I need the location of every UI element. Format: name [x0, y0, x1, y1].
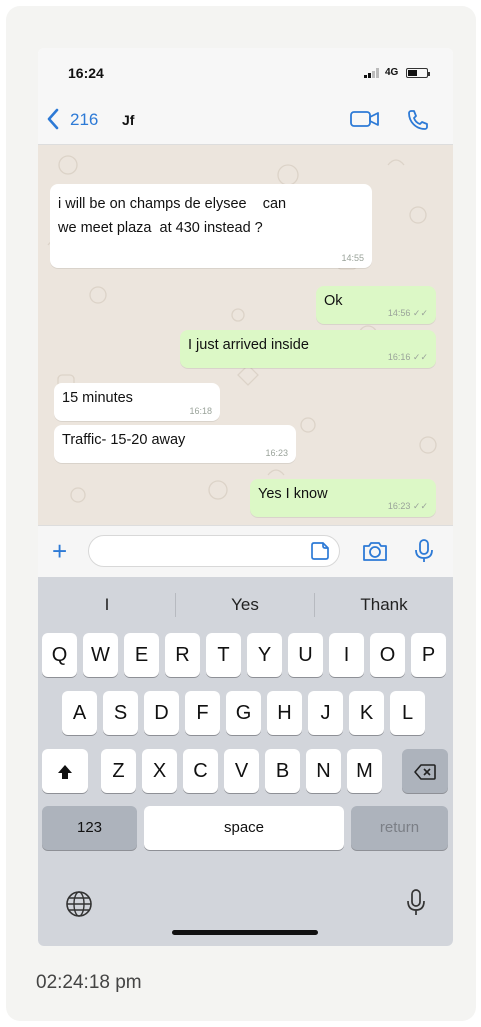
microphone-icon[interactable]: [406, 887, 426, 922]
key-o[interactable]: O: [370, 633, 405, 677]
message-time-value: 14:56: [387, 308, 411, 318]
message-time: 14:56 ✓✓: [388, 308, 428, 319]
globe-icon[interactable]: [64, 889, 94, 924]
key-j[interactable]: J: [308, 691, 343, 735]
key-b[interactable]: B: [265, 749, 300, 793]
key-y[interactable]: Y: [247, 633, 282, 677]
key-c[interactable]: C: [183, 749, 218, 793]
microphone-icon[interactable]: [414, 538, 434, 569]
key-z[interactable]: Z: [101, 749, 136, 793]
message-text: 15 minutes: [62, 390, 133, 406]
status-bar: 16:24 4G: [38, 48, 453, 96]
message-text: i will be on champs de elysee can we mee…: [58, 196, 287, 236]
phone-screen: 16:24 4G 216 Jf i will be on champs de e…: [38, 48, 453, 946]
message-input-bar: +: [38, 525, 453, 578]
message-outgoing[interactable]: Yes I know 16:23 ✓✓: [250, 479, 436, 517]
key-i[interactable]: I: [329, 633, 364, 677]
double-check-icon: ✓✓: [412, 501, 428, 511]
key-p[interactable]: P: [411, 633, 446, 677]
key-r[interactable]: R: [165, 633, 200, 677]
back-unread-count[interactable]: 216: [70, 110, 98, 130]
shift-icon[interactable]: [42, 749, 88, 793]
message-incoming[interactable]: 15 minutes 16:18: [54, 383, 220, 421]
backspace-icon[interactable]: [402, 749, 448, 793]
double-check-icon: ✓✓: [412, 352, 428, 362]
suggestion-3[interactable]: Thank: [315, 577, 453, 633]
message-incoming[interactable]: i will be on champs de elysee can we mee…: [50, 184, 372, 268]
keyboard: I Yes Thank Q W E R T Y U I O P A S D F …: [38, 577, 453, 946]
key-a[interactable]: A: [62, 691, 97, 735]
key-w[interactable]: W: [83, 633, 118, 677]
camera-icon[interactable]: [361, 539, 389, 568]
message-text: I just arrived inside: [188, 337, 309, 353]
message-text: Yes I know: [258, 486, 328, 502]
chat-area: i will be on champs de elysee can we mee…: [38, 145, 453, 525]
screenshot-timestamp: 02:24:18 pm: [36, 972, 142, 993]
key-q[interactable]: Q: [42, 633, 77, 677]
suggestion-1[interactable]: I: [38, 577, 176, 633]
key-h[interactable]: H: [267, 691, 302, 735]
message-time: 16:23: [265, 448, 288, 458]
signal-icon: [364, 68, 379, 78]
contact-name[interactable]: Jf: [122, 112, 134, 128]
battery-icon: [406, 68, 430, 78]
key-g[interactable]: G: [226, 691, 261, 735]
suggestion-2[interactable]: Yes: [176, 577, 314, 633]
home-indicator: [172, 930, 318, 935]
message-time: 16:18: [189, 406, 212, 416]
key-l[interactable]: L: [390, 691, 425, 735]
numbers-key[interactable]: 123: [42, 806, 137, 850]
key-d[interactable]: D: [144, 691, 179, 735]
chevron-left-icon[interactable]: [46, 108, 60, 135]
message-text: Ok: [324, 293, 343, 309]
message-outgoing[interactable]: I just arrived inside 16:16 ✓✓: [180, 330, 436, 368]
key-e[interactable]: E: [124, 633, 159, 677]
message-time-value: 16:23: [387, 501, 411, 511]
plus-icon[interactable]: +: [52, 538, 67, 564]
double-check-icon: ✓✓: [412, 308, 428, 318]
message-time-value: 16:16: [387, 352, 411, 362]
key-k[interactable]: K: [349, 691, 384, 735]
message-time: 14:55: [341, 253, 364, 263]
message-outgoing[interactable]: Ok 14:56 ✓✓: [316, 286, 436, 324]
key-v[interactable]: V: [224, 749, 259, 793]
message-input[interactable]: [88, 535, 340, 567]
key-s[interactable]: S: [103, 691, 138, 735]
key-m[interactable]: M: [347, 749, 382, 793]
chat-header: 216 Jf: [38, 96, 453, 145]
key-f[interactable]: F: [185, 691, 220, 735]
message-text: Traffic- 15-20 away: [62, 432, 186, 448]
message-time: 16:16 ✓✓: [388, 352, 428, 363]
message-time: 16:23 ✓✓: [388, 501, 428, 512]
space-key[interactable]: space: [144, 806, 344, 850]
key-n[interactable]: N: [306, 749, 341, 793]
sticker-icon[interactable]: [310, 541, 330, 566]
key-u[interactable]: U: [288, 633, 323, 677]
network-label: 4G: [385, 67, 399, 78]
phone-icon[interactable]: [406, 108, 430, 137]
return-key[interactable]: return: [351, 806, 448, 850]
key-t[interactable]: T: [206, 633, 241, 677]
video-call-icon[interactable]: [350, 110, 380, 133]
key-x[interactable]: X: [142, 749, 177, 793]
message-incoming[interactable]: Traffic- 15-20 away 16:23: [54, 425, 296, 463]
status-time: 16:24: [68, 65, 104, 81]
